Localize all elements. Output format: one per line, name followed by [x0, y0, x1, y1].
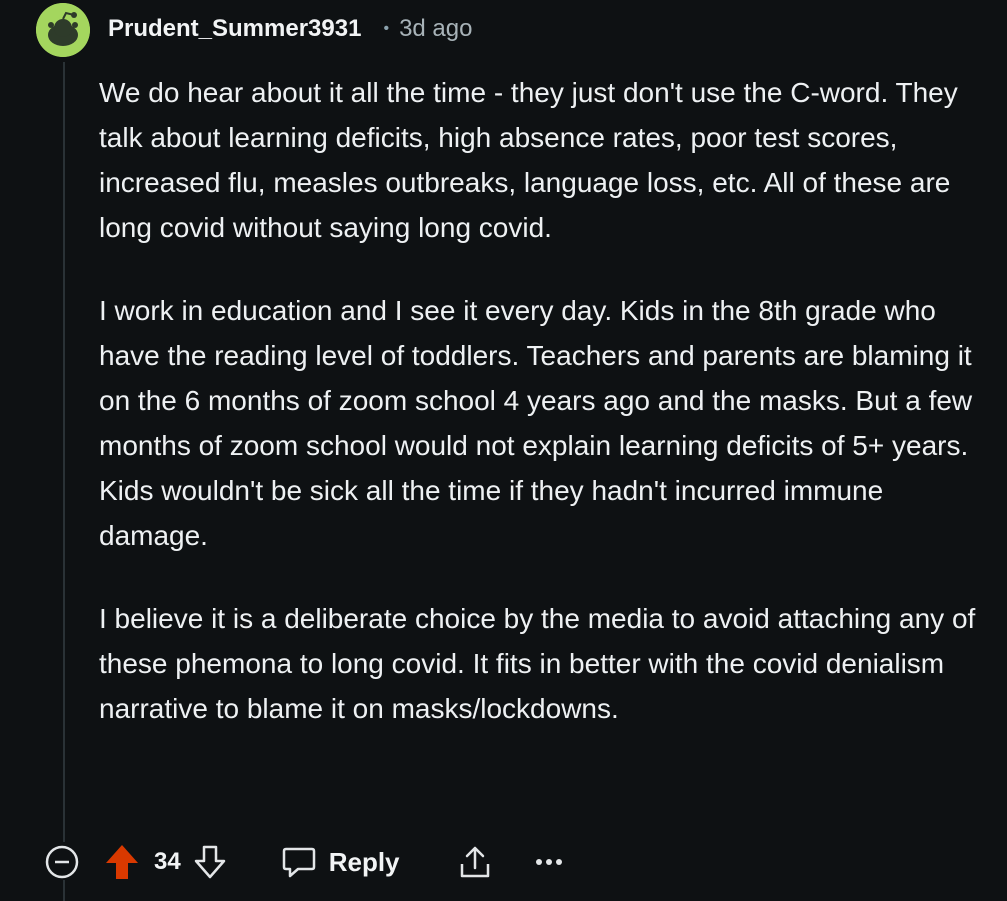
separator-dot: •	[383, 20, 390, 37]
timestamp[interactable]: 3d ago	[399, 15, 472, 43]
comment-header: Prudent_Summer3931 • 3d ago	[108, 12, 472, 46]
vote-count: 34	[154, 848, 181, 875]
comment-body: We do hear about it all the time - they …	[99, 70, 979, 731]
upvote-button[interactable]	[104, 843, 140, 881]
downvote-icon	[194, 845, 225, 879]
reply-button[interactable]: Reply	[281, 845, 400, 879]
username[interactable]: Prudent_Summer3931	[108, 15, 361, 43]
downvote-button[interactable]	[193, 844, 227, 880]
comment-paragraph: We do hear about it all the time - they …	[99, 77, 958, 243]
comment-paragraph: I believe it is a deliberate choice by t…	[99, 603, 976, 724]
share-button[interactable]	[458, 844, 492, 880]
more-options-button[interactable]	[534, 856, 564, 868]
comment-paragraph: I work in education and I see it every d…	[99, 295, 973, 551]
collapse-button[interactable]	[44, 844, 80, 880]
avatar[interactable]	[36, 3, 90, 57]
reply-label: Reply	[328, 846, 400, 877]
upvote-icon	[106, 845, 138, 879]
collapse-icon	[45, 845, 79, 879]
comment-actions: 34 Reply	[44, 840, 564, 884]
share-icon	[460, 846, 489, 878]
snoo-avatar-icon	[36, 3, 90, 57]
reply-icon	[282, 847, 315, 878]
thread-line[interactable]	[63, 62, 65, 842]
more-icon	[535, 859, 562, 865]
